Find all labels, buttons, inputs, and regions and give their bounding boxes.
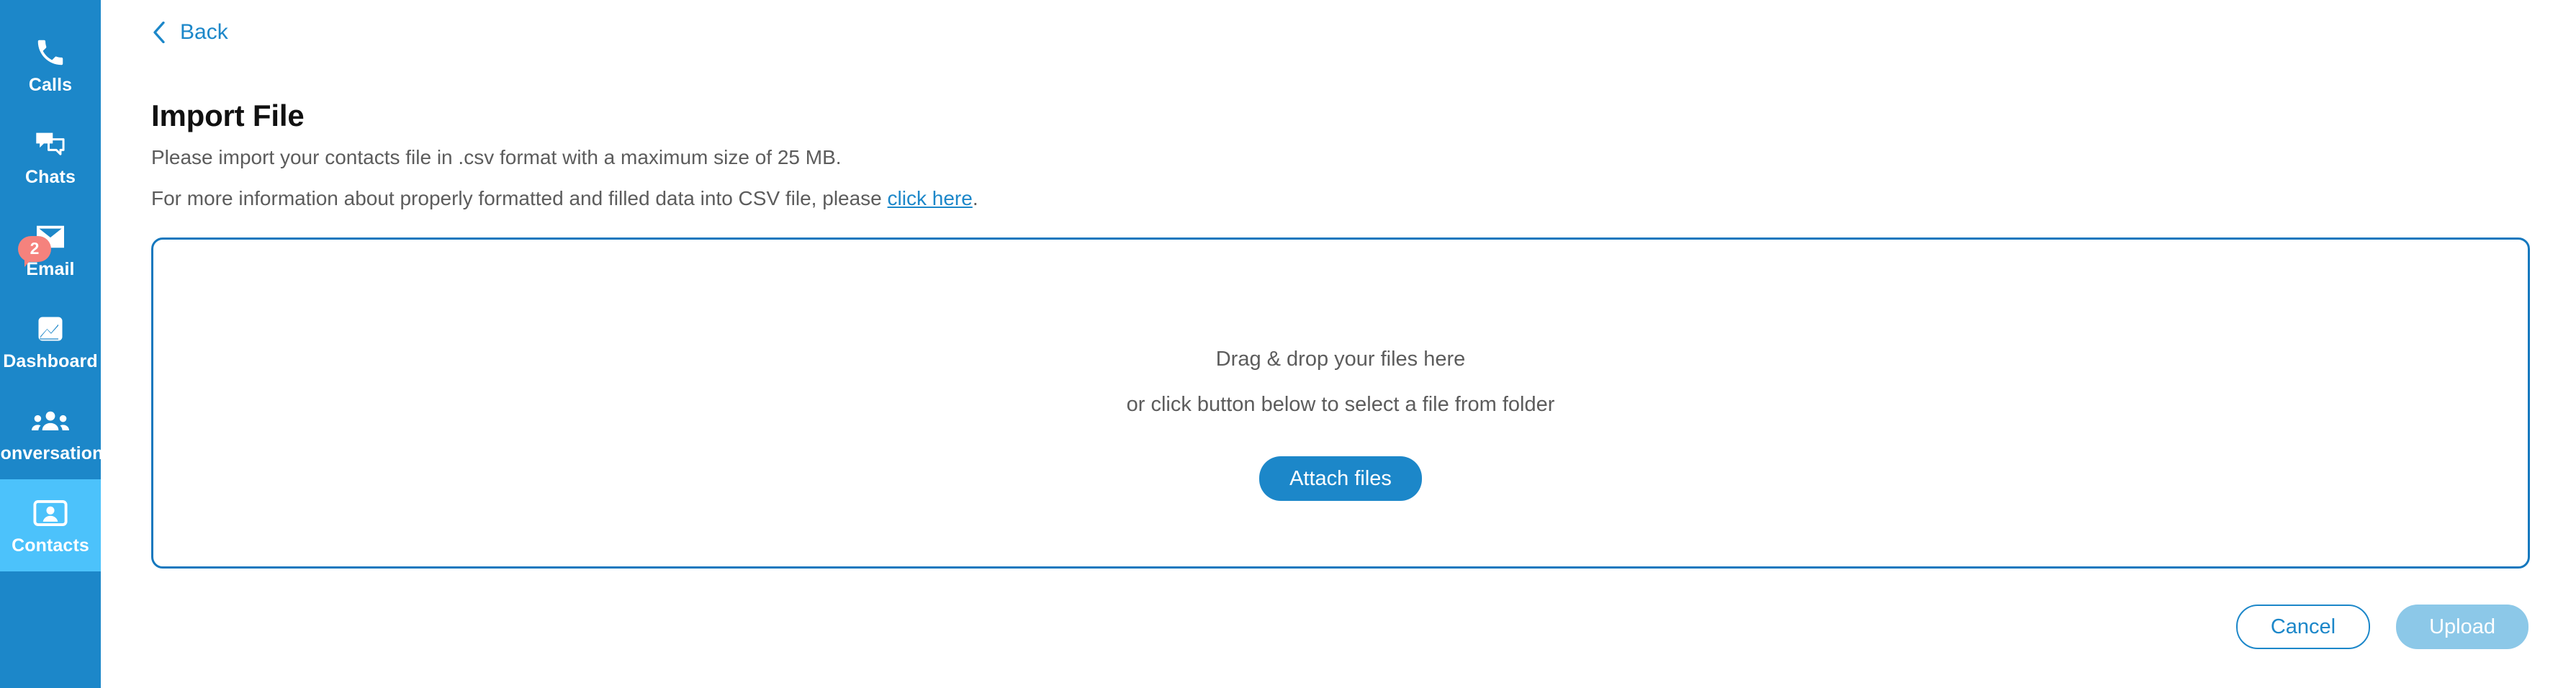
phone-icon [30,36,71,69]
import-description-line-1: Please import your contacts file in .csv… [151,146,842,168]
sidebar-item-label: Calls [28,74,73,95]
import-description-line-2: For more information about properly form… [151,189,978,209]
sidebar-item-label: Chats [25,166,76,187]
dropzone-primary-text: Drag & drop your files here [1215,348,1466,371]
sidebar-item-email[interactable]: 2 Email [0,203,101,295]
file-dropzone[interactable]: Drag & drop your files here or click but… [151,237,2530,569]
chevron-left-icon [151,22,167,43]
sidebar-item-label: Email [26,258,75,279]
contact-card-icon [30,497,71,530]
sidebar-item-label: Dashboard [3,350,98,371]
upload-button[interactable]: Upload [2396,605,2528,649]
chat-bubbles-icon [30,128,71,161]
sidebar-item-label: Conversations [0,443,114,463]
back-label: Back [180,20,228,44]
import-description-prefix: For more information about properly form… [151,187,888,209]
attach-files-button[interactable]: Attach files [1259,456,1422,501]
people-group-icon [30,404,71,438]
sidebar-item-contacts[interactable]: Contacts [0,479,101,571]
sidebar-item-chats[interactable]: Chats [0,111,101,203]
cancel-button[interactable]: Cancel [2235,605,2371,649]
sidebar-item-label: Contacts [12,535,89,556]
click-here-link[interactable]: click here [888,187,973,209]
import-description-suffix: . [972,187,978,209]
sidebar-item-dashboard[interactable]: Dashboard [0,295,101,387]
app-root: Calls Chats 2 Email Dashboard Conversati… [0,0,2576,688]
sidebar: Calls Chats 2 Email Dashboard Conversati… [0,0,113,688]
footer-actions: Cancel Upload [2235,605,2528,649]
main-content: Back Import File Please import your cont… [101,0,2576,688]
sidebar-item-conversations[interactable]: Conversations [0,387,113,479]
envelope-icon: 2 [18,220,71,267]
email-unread-badge: 2 [18,235,51,267]
back-button[interactable]: Back [151,22,228,43]
dropzone-secondary-text: or click button below to select a file f… [1126,393,1555,416]
page-title: Import File [151,99,305,132]
sidebar-item-calls[interactable]: Calls [0,19,101,111]
image-chart-icon [30,312,71,345]
